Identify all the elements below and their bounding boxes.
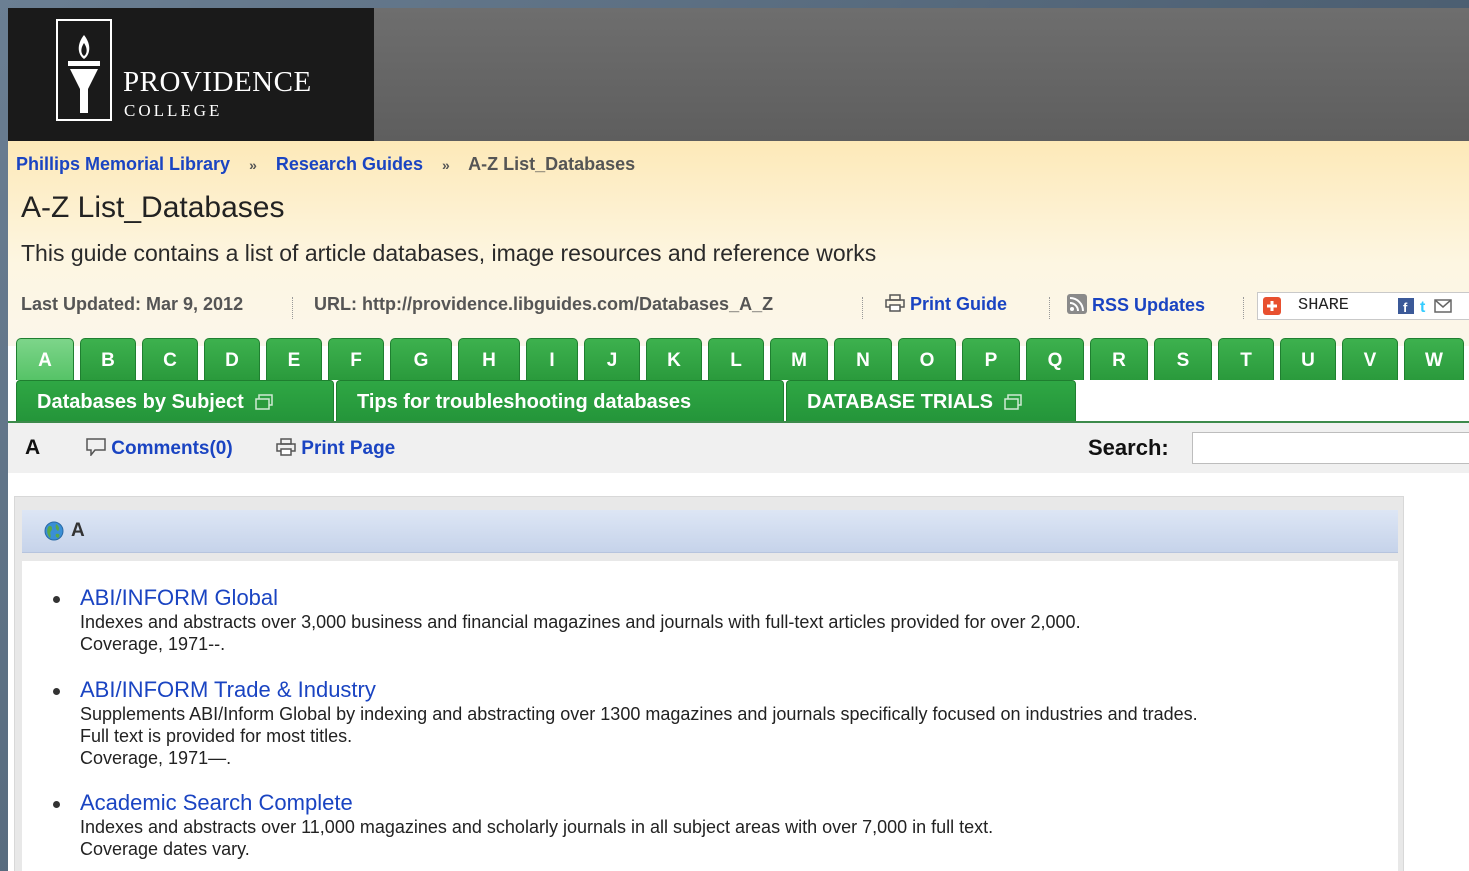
- email-icon[interactable]: [1434, 299, 1452, 313]
- tab-letter-r[interactable]: R: [1090, 338, 1148, 380]
- current-letter: A: [25, 436, 41, 459]
- site-banner: PROVIDENCE COLLEGE: [8, 8, 1469, 141]
- tab-letter-n[interactable]: N: [834, 338, 892, 380]
- breadcrumb-research-guides-link[interactable]: Research Guides: [276, 154, 423, 174]
- tab-databases-by-subject[interactable]: Databases by Subject: [16, 380, 334, 422]
- tab-letter-j[interactable]: J: [584, 338, 640, 380]
- database-description: Indexes and abstracts over 3,000 busines…: [80, 612, 1081, 632]
- torch-shield-icon: [56, 19, 112, 121]
- tab-letter-g[interactable]: G: [390, 338, 452, 380]
- tab-database-trials-label: DATABASE TRIALS: [807, 391, 993, 413]
- list-item: ABI/INFORM Trade & Industry Supplements …: [53, 677, 1198, 769]
- last-updated: Last Updated: Mar 9, 2012: [21, 294, 244, 314]
- rss-updates-link[interactable]: RSS Updates: [1067, 294, 1205, 316]
- guide-meta-row: Last Updated: Mar 9, 2012 URL: http://pr…: [21, 292, 1469, 320]
- comment-icon: [86, 438, 106, 458]
- tab-troubleshooting[interactable]: Tips for troubleshooting databases: [336, 380, 784, 422]
- printer-icon: [276, 438, 296, 456]
- print-guide-label[interactable]: Print Guide: [910, 294, 1007, 314]
- tab-letter-l[interactable]: L: [708, 338, 764, 380]
- search-input[interactable]: [1192, 432, 1469, 464]
- guide-url: URL: http://providence.libguides.com/Dat…: [314, 294, 774, 314]
- breadcrumb-current: A-Z List_Databases: [468, 154, 636, 174]
- box-header: A: [22, 510, 1398, 553]
- share-label: SHARE: [1298, 296, 1350, 315]
- tab-letter-w[interactable]: W: [1404, 338, 1464, 380]
- database-description-extra: Full text is provided for most titles.: [80, 726, 353, 746]
- tab-letter-q[interactable]: Q: [1026, 338, 1084, 380]
- bullet: [53, 596, 60, 603]
- tab-letter-k[interactable]: K: [646, 338, 702, 380]
- tab-letter-m[interactable]: M: [770, 338, 828, 380]
- breadcrumb: Phillips Memorial Library » Research Gui…: [16, 154, 635, 175]
- twitter-icon[interactable]: t: [1419, 298, 1431, 314]
- svg-text:t: t: [1420, 299, 1426, 314]
- meta-divider: [292, 297, 293, 319]
- bullet: [53, 801, 60, 808]
- tab-letter-u[interactable]: U: [1280, 338, 1336, 380]
- tab-troubleshooting-label: Tips for troubleshooting databases: [357, 391, 692, 413]
- meta-divider: [1243, 297, 1244, 319]
- tab-letter-s[interactable]: S: [1154, 338, 1212, 380]
- database-coverage: Coverage, 1971--.: [80, 634, 226, 654]
- tab-letter-c[interactable]: C: [142, 338, 198, 380]
- database-link-abi-inform-global[interactable]: ABI/INFORM Global: [80, 585, 1081, 611]
- rss-icon: [1067, 294, 1087, 314]
- logo-subtitle: COLLEGE: [124, 101, 223, 120]
- database-link-abi-inform-trade-industry[interactable]: ABI/INFORM Trade & Industry: [80, 677, 1198, 703]
- search-label: Search:: [1088, 435, 1169, 460]
- popup-window-icon: [255, 394, 274, 410]
- tab-letter-o[interactable]: O: [898, 338, 956, 380]
- logo-title: PROVIDENCE: [123, 66, 312, 98]
- box-body: ABI/INFORM Global Indexes and abstracts …: [22, 561, 1398, 871]
- breadcrumb-separator: »: [249, 157, 257, 173]
- facebook-icon[interactable]: f: [1398, 298, 1414, 314]
- box-heading: A: [71, 520, 85, 541]
- database-coverage: Coverage, 1971—.: [80, 748, 232, 768]
- page-title: A-Z List_Databases: [21, 191, 285, 224]
- page-toolbar: A Comments(0) Print Page Search:: [8, 423, 1469, 473]
- tab-letter-f[interactable]: F: [328, 338, 384, 380]
- breadcrumb-home-link[interactable]: Phillips Memorial Library: [16, 154, 230, 174]
- globe-icon: [44, 521, 64, 541]
- breadcrumb-separator: »: [441, 157, 450, 173]
- database-description: Supplements ABI/Inform Global by indexin…: [80, 704, 1198, 724]
- tab-letter-p[interactable]: P: [962, 338, 1020, 380]
- list-item: Academic Search Complete Indexes and abs…: [53, 790, 994, 860]
- tab-letter-a[interactable]: A: [16, 338, 74, 380]
- tab-letter-v[interactable]: V: [1342, 338, 1398, 380]
- tab-letter-i[interactable]: I: [526, 338, 578, 380]
- tab-letter-t[interactable]: T: [1218, 338, 1274, 380]
- bullet: [53, 688, 60, 695]
- list-item: ABI/INFORM Global Indexes and abstracts …: [53, 585, 1081, 655]
- content-box: A ABI/INFORM Global Indexes and abstract…: [14, 496, 1404, 871]
- print-page-link[interactable]: Print Page: [276, 438, 395, 460]
- tab-database-trials[interactable]: DATABASE TRIALS: [786, 380, 1076, 422]
- comments-link[interactable]: Comments(0): [86, 438, 233, 460]
- share-plus-icon: [1263, 297, 1281, 315]
- college-logo[interactable]: PROVIDENCE COLLEGE: [8, 8, 374, 141]
- tab-letter-d[interactable]: D: [204, 338, 260, 380]
- share-widget[interactable]: SHARE f t: [1257, 292, 1469, 320]
- print-guide-link[interactable]: Print Guide: [885, 294, 1007, 315]
- database-description: Indexes and abstracts over 11,000 magazi…: [80, 817, 994, 837]
- database-link-academic-search-complete[interactable]: Academic Search Complete: [80, 790, 993, 816]
- page: PROVIDENCE COLLEGE Phillips Memorial Lib…: [8, 8, 1469, 871]
- meta-divider: [1049, 297, 1050, 319]
- popup-window-icon: [1004, 394, 1023, 410]
- guide-description: This guide contains a list of article da…: [21, 240, 877, 266]
- comments-label[interactable]: Comments(0): [111, 438, 232, 459]
- tab-databases-by-subject-label: Databases by Subject: [37, 391, 244, 413]
- svg-text:f: f: [1403, 300, 1408, 314]
- printer-icon: [885, 294, 905, 312]
- print-page-label[interactable]: Print Page: [301, 438, 395, 459]
- tab-letter-e[interactable]: E: [266, 338, 322, 380]
- tab-letter-h[interactable]: H: [458, 338, 520, 380]
- tab-letter-b[interactable]: B: [80, 338, 136, 380]
- database-coverage: Coverage dates vary.: [80, 839, 250, 859]
- rss-updates-label[interactable]: RSS Updates: [1092, 295, 1205, 315]
- meta-divider: [862, 297, 863, 319]
